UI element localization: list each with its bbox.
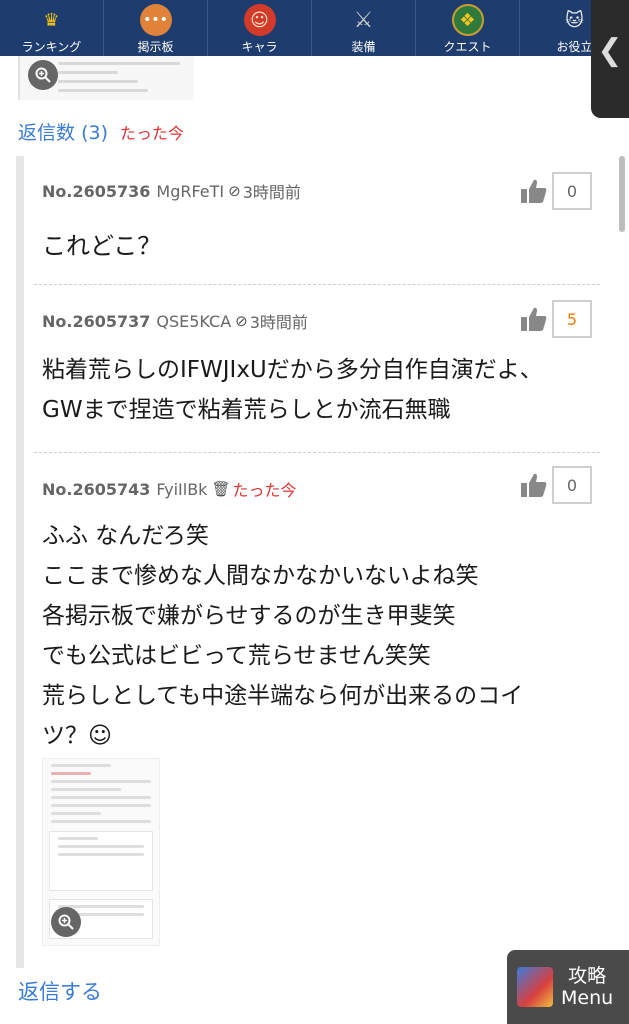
post-divider	[34, 284, 600, 285]
zoom-icon[interactable]	[51, 907, 81, 937]
reply-button[interactable]: 返信する	[18, 976, 102, 1006]
nav-label: ランキング	[21, 40, 82, 54]
post-divider	[34, 452, 600, 453]
reply-time: たった今	[120, 124, 185, 143]
reply-count-link[interactable]: 返信数 (3) たった今	[18, 118, 184, 145]
like-control: 0	[520, 172, 592, 210]
guide-menu-line2: Menu	[561, 987, 614, 1009]
side-drawer-toggle[interactable]: ❮	[591, 0, 629, 118]
ban-icon[interactable]: ⊘	[228, 182, 241, 200]
user-id: FyiIlBk	[156, 479, 208, 499]
post-time: 3時間前	[249, 313, 308, 332]
reply-post: No.2605743 FyiIlBk 🗑 たった今 0 ふふ なんだろ笑 ここま…	[42, 466, 604, 756]
post-number[interactable]: No.2605736	[42, 182, 150, 201]
thumbs-up-icon[interactable]	[520, 306, 548, 332]
reply-count-value: (3)	[81, 122, 108, 144]
top-navigation: ♛ ランキング ••• 掲示板 ☺ キャラ ⚔ 装備 ❖ クエスト 🐱 お役立	[0, 0, 629, 56]
reply-count-label: 返信数	[18, 122, 76, 144]
post-line: でも公式はビビって荒らせません笑笑	[42, 643, 431, 669]
nav-equipment[interactable]: ⚔ 装備	[312, 0, 416, 56]
guide-menu-line1: 攻略	[568, 965, 607, 987]
nav-ranking[interactable]: ♛ ランキング	[0, 0, 104, 56]
ban-icon[interactable]: ⊘	[235, 312, 248, 330]
nav-board[interactable]: ••• 掲示板	[104, 0, 208, 56]
crown-icon: ♛	[43, 9, 60, 31]
post-line: GWまで捏造で粘着荒らしとか流石無職	[42, 397, 451, 423]
nav-label: 装備	[351, 40, 376, 54]
post-time: たった今	[232, 481, 297, 500]
guide-menu-label: 攻略 Menu	[561, 965, 613, 1009]
scrollbar[interactable]	[619, 156, 625, 232]
nav-label: キャラ	[241, 40, 278, 54]
nav-label: クエスト	[443, 40, 492, 54]
character-face-icon: ☺	[243, 4, 276, 36]
reply-post: No.2605736 MgRFeTI ⊘ 3時間前 0 これどこ？	[42, 172, 604, 266]
post-number[interactable]: No.2605743	[42, 480, 150, 499]
guide-menu-button[interactable]: 攻略 Menu	[507, 950, 629, 1024]
sword-icon: ⚔	[353, 7, 374, 33]
post-line: ふふ なんだろ笑	[42, 523, 209, 549]
chevron-left-icon: ❮	[597, 33, 623, 68]
post-line: これどこ？	[42, 232, 162, 260]
quest-emblem-icon: ❖	[451, 4, 484, 36]
nav-label: 掲示板	[137, 40, 174, 54]
post-line: 各掲示板で嫌がらせするのが生き甲斐笑	[42, 603, 456, 629]
thumbs-up-icon[interactable]	[520, 178, 548, 204]
post-line: ここまで惨めな人間なかなかいないよね笑	[42, 563, 479, 589]
trash-icon[interactable]: 🗑	[211, 480, 230, 498]
post-body: ふふ なんだろ笑 ここまで惨めな人間なかなかいないよね笑 各掲示板で嫌がらせする…	[42, 516, 604, 756]
nav-label: お役立	[556, 40, 593, 54]
attached-image-thumbnail[interactable]	[42, 758, 160, 946]
nav-quest[interactable]: ❖ クエスト	[416, 0, 520, 56]
zoom-icon[interactable]	[28, 60, 58, 90]
post-body: これどこ？	[42, 226, 604, 266]
post-number[interactable]: No.2605737	[42, 312, 150, 331]
post-line: ツ？☺	[42, 723, 112, 749]
post-line: 粘着荒らしのIFWJIxUだから多分自作自演だよ、	[42, 357, 543, 383]
attached-image-thumbnail[interactable]	[18, 56, 194, 100]
nav-character[interactable]: ☺ キャラ	[208, 0, 312, 56]
like-control: 0	[520, 466, 592, 504]
like-count[interactable]: 5	[552, 300, 592, 338]
chat-bubble-icon: •••	[139, 4, 172, 36]
like-control: 5	[520, 300, 592, 338]
thumbs-up-icon[interactable]	[520, 472, 548, 498]
user-id: QSE5KCA	[156, 311, 232, 331]
post-body: 粘着荒らしのIFWJIxUだから多分自作自演だよ、 GWまで捏造で粘着荒らしとか…	[42, 350, 604, 430]
character-avatar-icon	[517, 967, 553, 1007]
cat-icon: 🐱	[565, 9, 584, 31]
post-time: 3時間前	[242, 183, 301, 202]
post-line: 荒らしとしても中途半端なら何が出来るのコイ	[42, 683, 524, 709]
user-id: MgRFeTI	[156, 181, 225, 201]
reply-post: No.2605737 QSE5KCA ⊘ 3時間前 5 粘着荒らしのIFWJIx…	[42, 300, 604, 430]
like-count[interactable]: 0	[552, 172, 592, 210]
like-count[interactable]: 0	[552, 466, 592, 504]
